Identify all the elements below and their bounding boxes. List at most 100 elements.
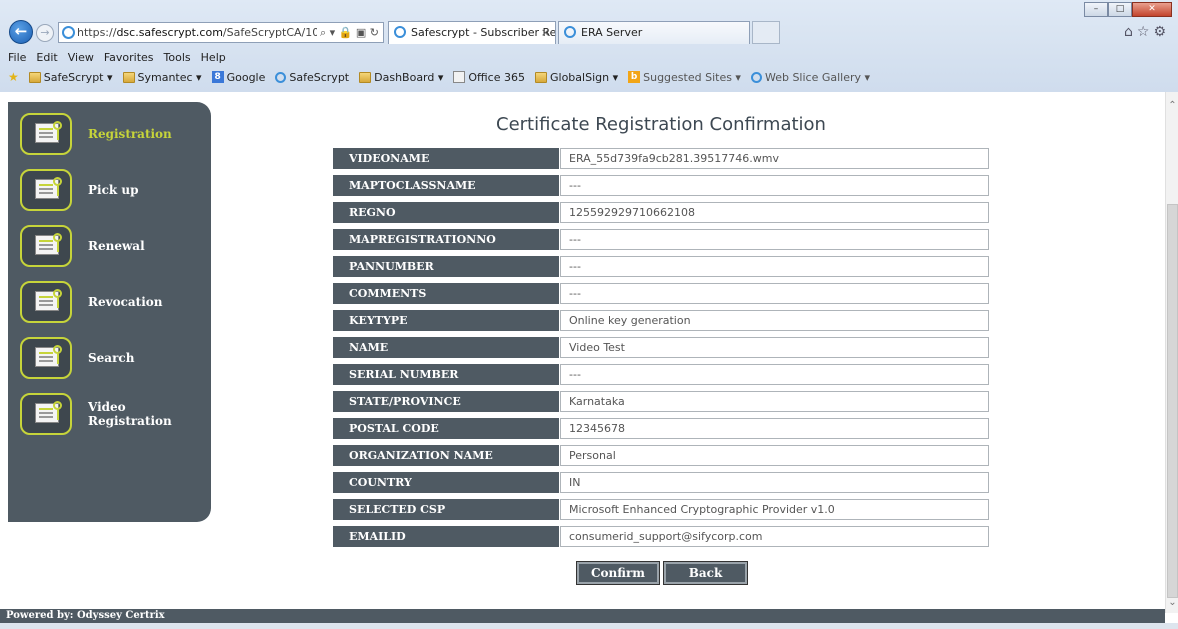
video-registration-icon xyxy=(20,393,72,435)
sidebar-item-video-registration[interactable]: Video Registration xyxy=(20,390,210,438)
field-label: NAME xyxy=(333,337,559,358)
field-value: 12345678 xyxy=(560,418,989,439)
address-tools-icons[interactable]: ⌕ ▾ 🔒 ▣ ↻ xyxy=(317,23,379,42)
menu-view[interactable]: View xyxy=(68,51,94,64)
sidebar-item-pickup[interactable]: Pick up xyxy=(20,166,210,214)
fav-label: SafeScrypt ▾ xyxy=(43,70,113,84)
form-row: MAPTOCLASSNAME --- xyxy=(333,175,989,196)
new-tab-button[interactable] xyxy=(752,21,780,44)
fav-label: Web Slice Gallery ▾ xyxy=(764,70,871,84)
revocation-icon xyxy=(20,281,72,323)
favorites-bar: ★ SafeScrypt ▾ Symantec ▾ 8 Google SafeSc… xyxy=(8,70,870,84)
field-value: --- xyxy=(560,364,989,385)
menu-file[interactable]: File xyxy=(8,51,26,64)
scroll-down-icon[interactable]: ⌄ xyxy=(1166,597,1178,608)
form-row: SERIAL NUMBER --- xyxy=(333,364,989,385)
field-value: --- xyxy=(560,283,989,304)
sidebar-item-label: Renewal xyxy=(88,239,145,253)
field-label: STATE/PROVINCE xyxy=(333,391,559,412)
scroll-up-icon[interactable]: ⌃ xyxy=(1166,100,1178,111)
fav-symantec-folder[interactable]: Symantec ▾ xyxy=(122,71,202,84)
favorites-star-icon[interactable]: ★ xyxy=(8,70,19,84)
confirm-button[interactable]: Confirm xyxy=(576,561,660,585)
status-bar xyxy=(0,623,1178,629)
menu-tools[interactable]: Tools xyxy=(164,51,191,64)
form-row: EMAILID consumerid_support@sifycorp.com xyxy=(333,526,989,547)
fav-safescrypt[interactable]: SafeScrypt xyxy=(275,71,349,84)
sidebar-item-registration[interactable]: Registration xyxy=(20,110,210,158)
tab-era-server[interactable]: ERA Server xyxy=(558,21,750,44)
form-row: COMMENTS --- xyxy=(333,283,989,304)
fav-web-slice-gallery[interactable]: Web Slice Gallery ▾ xyxy=(750,70,871,84)
form-row: STATE/PROVINCE Karnataka xyxy=(333,391,989,412)
browser-back-button[interactable]: ← xyxy=(9,20,33,44)
search-icon xyxy=(20,337,72,379)
vertical-scrollbar[interactable]: ⌃ ⌄ xyxy=(1165,92,1178,613)
ie-icon xyxy=(62,26,75,39)
menu-bar: File Edit View Favorites Tools Help xyxy=(8,51,226,64)
tab-close-icon[interactable]: × xyxy=(541,22,550,43)
form-row: NAME Video Test xyxy=(333,337,989,358)
fav-safescrypt-folder[interactable]: SafeScrypt ▾ xyxy=(28,70,113,84)
fav-google[interactable]: 8 Google xyxy=(211,71,265,84)
fav-label: SafeScrypt xyxy=(289,70,350,84)
sidebar-item-search[interactable]: Search xyxy=(20,334,210,382)
field-label: VIDEONAME xyxy=(333,148,559,169)
menu-help[interactable]: Help xyxy=(201,51,226,64)
field-value: --- xyxy=(560,229,989,250)
field-label: KEYTYPE xyxy=(333,310,559,331)
ie-icon xyxy=(750,71,762,83)
google-icon: 8 xyxy=(211,71,224,83)
fav-suggested-sites[interactable]: b Suggested Sites ▾ xyxy=(628,71,741,84)
window-controls: – □ ✕ xyxy=(1084,2,1172,17)
browser-forward-button[interactable]: → xyxy=(36,24,54,42)
renewal-icon xyxy=(20,225,72,267)
sidebar-item-renewal[interactable]: Renewal xyxy=(20,222,210,270)
fav-dashboard-folder[interactable]: DashBoard ▾ xyxy=(359,71,443,84)
address-bar[interactable]: https://dsc.safescrypt.com/SafeScryptCA/… xyxy=(58,22,384,43)
scroll-thumb[interactable] xyxy=(1167,204,1178,598)
ie-icon xyxy=(564,26,576,38)
tab-safescrypt[interactable]: Safescrypt - Subscriber Reg... × xyxy=(388,21,556,44)
home-favorites-tools-icons[interactable]: ⌂☆⚙ xyxy=(1124,24,1170,40)
field-label: MAPTOCLASSNAME xyxy=(333,175,559,196)
field-value: consumerid_support@sifycorp.com xyxy=(560,526,989,547)
field-value: Personal xyxy=(560,445,989,466)
maximize-button[interactable]: □ xyxy=(1108,2,1132,17)
back-button[interactable]: Back xyxy=(663,561,748,585)
fav-label: Suggested Sites ▾ xyxy=(643,70,741,84)
form-row: COUNTRY IN xyxy=(333,472,989,493)
sidebar-item-label: Revocation xyxy=(88,295,163,309)
field-value: --- xyxy=(560,175,989,196)
field-label: COUNTRY xyxy=(333,472,559,493)
fav-label: Office 365 xyxy=(468,70,525,84)
navigation-row: ← → https://dsc.safescrypt.com/SafeScryp… xyxy=(0,18,1178,46)
form-row: REGNO 125592929710662108 xyxy=(333,202,989,223)
sidebar: Registration Pick up Renewal Revocation … xyxy=(8,102,211,522)
close-window-button[interactable]: ✕ xyxy=(1132,2,1172,17)
folder-icon xyxy=(359,71,372,83)
folder-icon xyxy=(28,71,41,83)
field-value: 125592929710662108 xyxy=(560,202,989,223)
browser-chrome: – □ ✕ ← → https://dsc.safescrypt.com/Saf… xyxy=(0,0,1178,92)
field-label: POSTAL CODE xyxy=(333,418,559,439)
field-label: ORGANIZATION NAME xyxy=(333,445,559,466)
field-label: PANNUMBER xyxy=(333,256,559,277)
form-row: PANNUMBER --- xyxy=(333,256,989,277)
field-value: Karnataka xyxy=(560,391,989,412)
menu-favorites[interactable]: Favorites xyxy=(104,51,154,64)
sidebar-item-revocation[interactable]: Revocation xyxy=(20,278,210,326)
fav-globalsign-folder[interactable]: GlobalSign ▾ xyxy=(535,71,618,84)
fav-label: DashBoard ▾ xyxy=(374,70,444,84)
field-value: --- xyxy=(560,256,989,277)
field-value: IN xyxy=(560,472,989,493)
fav-office365[interactable]: Office 365 xyxy=(453,71,525,84)
tab-label: ERA Server xyxy=(581,26,643,39)
page-content: Registration Pick up Renewal Revocation … xyxy=(0,92,1178,629)
field-value: Online key generation xyxy=(560,310,989,331)
minimize-button[interactable]: – xyxy=(1084,2,1108,17)
field-label: MAPREGISTRATIONNO xyxy=(333,229,559,250)
menu-edit[interactable]: Edit xyxy=(36,51,57,64)
ie-icon xyxy=(275,71,287,83)
field-label: COMMENTS xyxy=(333,283,559,304)
